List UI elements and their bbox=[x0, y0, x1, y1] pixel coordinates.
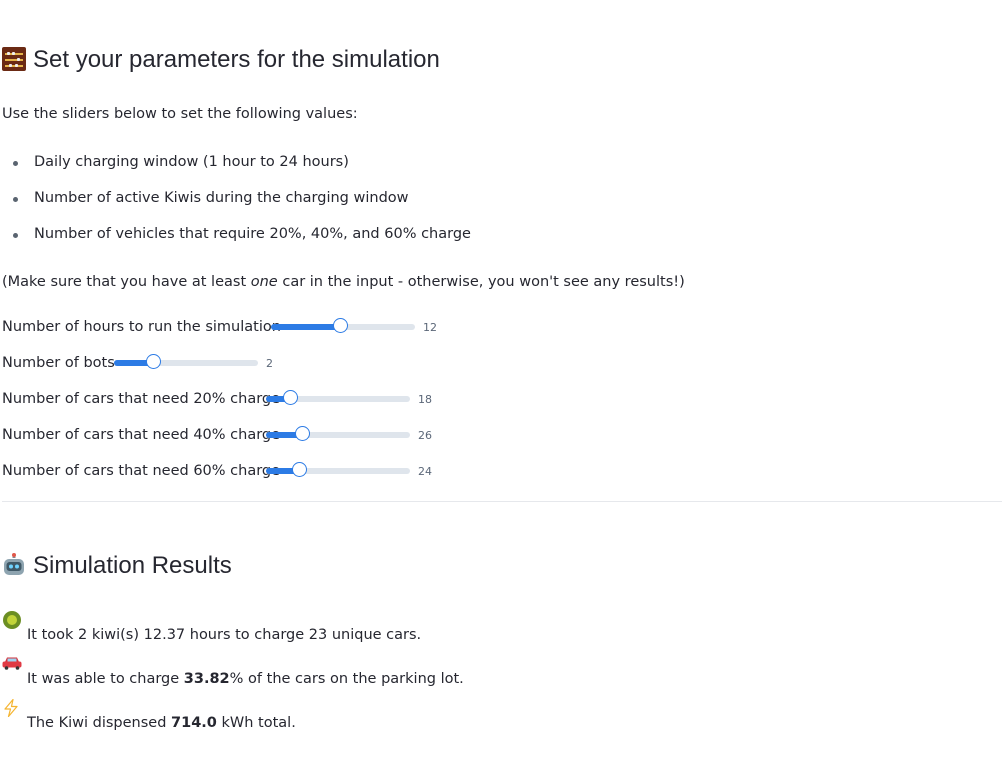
note-text-end: car in the input - otherwise, you won't … bbox=[277, 274, 685, 290]
slider-value: 24 bbox=[418, 465, 432, 478]
abacus-icon bbox=[2, 47, 26, 71]
slider-label: Number of cars that need 20% charge bbox=[2, 391, 281, 407]
slider-track[interactable] bbox=[271, 318, 415, 333]
slider-thumb[interactable] bbox=[283, 390, 298, 405]
result-text: The Kiwi dispensed bbox=[27, 714, 172, 731]
energy-value: 714.0 bbox=[171, 714, 217, 731]
slider-label: Number of hours to run the simulation bbox=[2, 319, 281, 335]
car-icon bbox=[2, 657, 22, 670]
slider-thumb[interactable] bbox=[333, 318, 348, 333]
slider-label: Number of cars that need 40% charge bbox=[2, 427, 281, 443]
result-text: It was able to charge bbox=[27, 670, 184, 687]
slider-track[interactable] bbox=[266, 426, 410, 441]
intro-text: Use the sliders below to set the followi… bbox=[2, 106, 358, 122]
list-item: Number of active Kiwis during the chargi… bbox=[13, 190, 409, 206]
result-energy: The Kiwi dispensed 714.0 kWh total. bbox=[27, 714, 296, 731]
slider-thumb[interactable] bbox=[295, 426, 310, 441]
slider-track[interactable] bbox=[114, 354, 258, 369]
results-title: Simulation Results bbox=[33, 552, 232, 579]
slider-value: 18 bbox=[418, 393, 432, 406]
slider-thumb[interactable] bbox=[146, 354, 161, 369]
params-title: Set your parameters for the simulation bbox=[33, 46, 440, 73]
slider-track[interactable] bbox=[266, 462, 410, 477]
slider-fill bbox=[271, 324, 340, 330]
slider-value: 12 bbox=[423, 321, 437, 334]
slider-label: Number of bots bbox=[2, 355, 115, 371]
result-text-end: kWh total. bbox=[216, 714, 296, 731]
result-text-end: % of the cars on the parking lot. bbox=[229, 670, 464, 687]
slider-value: 26 bbox=[418, 429, 432, 442]
note-emphasis: one bbox=[250, 274, 278, 290]
slider-thumb[interactable] bbox=[292, 462, 307, 477]
list-item: Daily charging window (1 hour to 24 hour… bbox=[13, 154, 349, 170]
lightning-icon bbox=[4, 699, 18, 717]
robot-icon bbox=[4, 553, 24, 575]
kiwi-icon bbox=[3, 611, 21, 629]
slider-value: 2 bbox=[266, 357, 273, 370]
input-note: (Make sure that you have at least one ca… bbox=[2, 275, 685, 290]
list-item: Number of vehicles that require 20%, 40%… bbox=[13, 226, 471, 242]
section-divider bbox=[2, 501, 1002, 502]
result-summary: It took 2 kiwi(s) 12.37 hours to charge … bbox=[27, 626, 422, 643]
percentage-value: 33.82 bbox=[183, 670, 230, 687]
slider-label: Number of cars that need 60% charge bbox=[2, 463, 281, 479]
result-percentage: It was able to charge 33.82% of the cars… bbox=[27, 670, 464, 687]
slider-track[interactable] bbox=[266, 390, 410, 405]
note-text: (Make sure that you have at least bbox=[2, 274, 251, 290]
